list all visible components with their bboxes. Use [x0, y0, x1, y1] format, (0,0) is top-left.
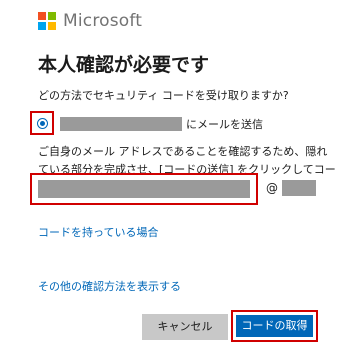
other-methods-link[interactable]: その他の確認方法を表示する — [38, 278, 181, 294]
cancel-button[interactable]: キャンセル — [142, 314, 228, 340]
method-question: どの方法でセキュリティ コードを受け取りますか? — [38, 89, 289, 102]
email-domain-redaction — [282, 180, 316, 196]
have-code-link[interactable]: コードを持っている場合 — [38, 224, 158, 240]
masked-email-redaction — [60, 117, 182, 131]
at-sign: @ — [266, 181, 278, 195]
brand-name: Microsoft — [63, 11, 143, 31]
page-title: 本人確認が必要です — [38, 54, 210, 76]
get-code-button[interactable]: コードの取得 — [236, 315, 313, 337]
email-input-highlight-frame — [30, 173, 258, 205]
microsoft-logo: Microsoft — [38, 11, 142, 31]
send-email-label: にメールを送信 — [186, 118, 263, 131]
get-code-highlight-frame: コードの取得 — [231, 310, 318, 342]
email-input-field[interactable] — [38, 180, 250, 198]
radio-highlight-frame — [30, 111, 54, 135]
microsoft-logo-icon — [38, 12, 56, 30]
email-option-radio[interactable] — [37, 118, 48, 129]
